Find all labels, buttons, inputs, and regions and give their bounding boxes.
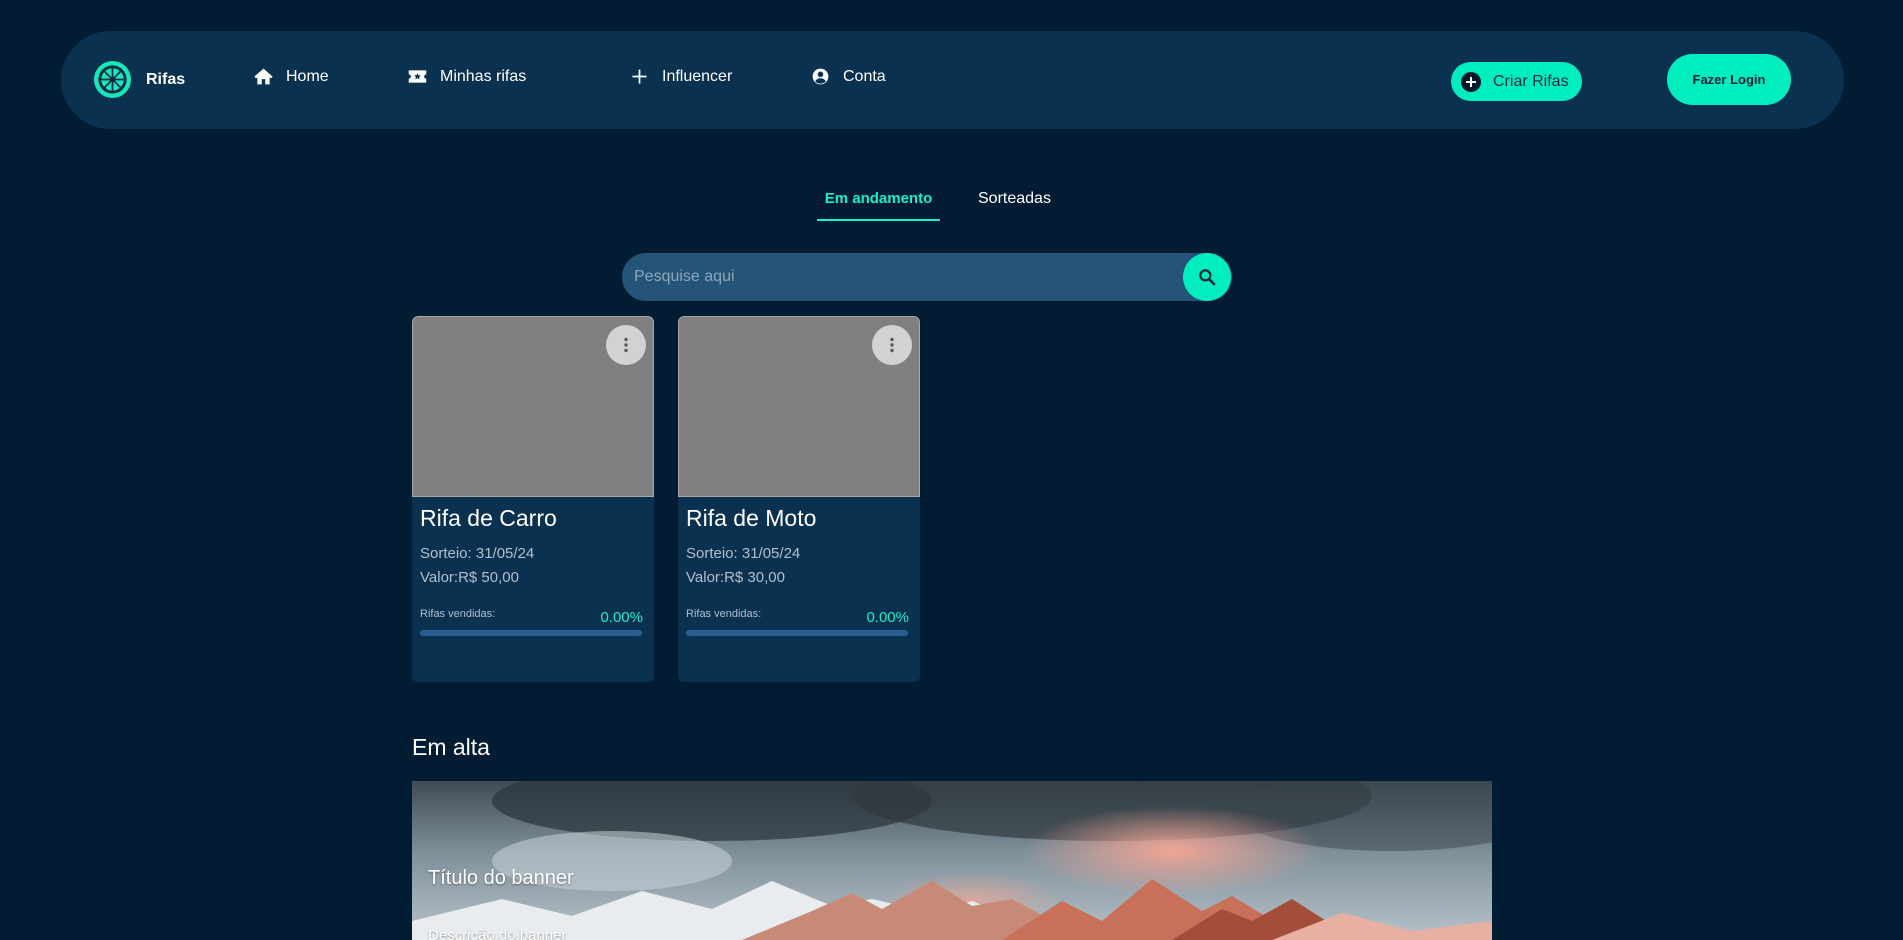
nav-item-home-label: Home [286, 67, 329, 85]
more-vertical-icon [890, 337, 894, 353]
featured-banner[interactable]: Título do banner Descrição do banner [412, 781, 1492, 940]
login-button[interactable]: Fazer Login [1667, 54, 1791, 105]
nav-item-influencer[interactable]: Influencer [629, 66, 732, 87]
raffle-progress-bar [420, 630, 642, 636]
raffle-price: Valor:R$ 30,00 [686, 569, 785, 586]
nav-item-minhas-rifas-label: Minhas rifas [440, 67, 527, 85]
search-bar [622, 253, 1232, 301]
search-button[interactable] [1183, 253, 1231, 301]
brand-name: Rifas [146, 70, 186, 88]
ticket-icon [408, 70, 427, 83]
raffle-sold-value: 0.00% [866, 609, 909, 626]
raffle-progress-bar [686, 630, 908, 636]
plus-circle-icon [1461, 71, 1481, 92]
tab-sorteadas[interactable]: Sorteadas [978, 190, 1051, 208]
raffle-draw-date: Sorteio: 31/05/24 [686, 545, 801, 562]
tab-em-andamento[interactable]: Em andamento [817, 190, 940, 221]
raffle-draw-date: Sorteio: 31/05/24 [420, 545, 535, 562]
raffle-sold-label: Rifas vendidas: [686, 608, 762, 620]
banner-description: Descrição do banner [428, 927, 567, 940]
raffle-sold-label: Rifas vendidas: [420, 608, 496, 620]
search-input[interactable] [622, 253, 1182, 301]
card-menu-button[interactable] [872, 325, 912, 365]
more-vertical-icon [624, 337, 628, 353]
mountain-banner-image [412, 781, 1492, 940]
plus-icon [632, 69, 647, 84]
raffle-card[interactable]: Rifa de Carro Sorteio: 31/05/24 Valor:R$… [412, 316, 654, 682]
create-raffle-button[interactable]: Criar Rifas [1451, 62, 1582, 101]
featured-section-title: Em alta [412, 734, 490, 760]
raffle-sold-value: 0.00% [600, 609, 643, 626]
raffle-price: Valor:R$ 50,00 [420, 569, 519, 586]
banner-title: Título do banner [428, 867, 574, 889]
nav-item-influencer-label: Influencer [662, 67, 733, 85]
raffle-card[interactable]: Rifa de Moto Sorteio: 31/05/24 Valor:R$ … [678, 316, 920, 682]
nav-item-home[interactable]: Home [253, 66, 329, 87]
search-icon [1199, 269, 1216, 286]
card-menu-button[interactable] [606, 325, 646, 365]
nav-item-conta-label: Conta [843, 67, 886, 85]
brand-logo-icon [93, 60, 132, 99]
create-raffle-label: Criar Rifas [1493, 72, 1569, 90]
nav-item-minhas-rifas[interactable]: Minhas rifas [407, 66, 526, 87]
nav-item-conta[interactable]: Conta [810, 66, 886, 87]
user-circle-icon [812, 68, 829, 85]
raffle-title: Rifa de Moto [686, 505, 817, 531]
raffle-title: Rifa de Carro [420, 505, 557, 531]
navbar: Rifas Home Minhas rifas Influencer Conta [61, 31, 1844, 129]
brand[interactable]: Rifas [93, 60, 185, 99]
home-icon [254, 68, 273, 85]
